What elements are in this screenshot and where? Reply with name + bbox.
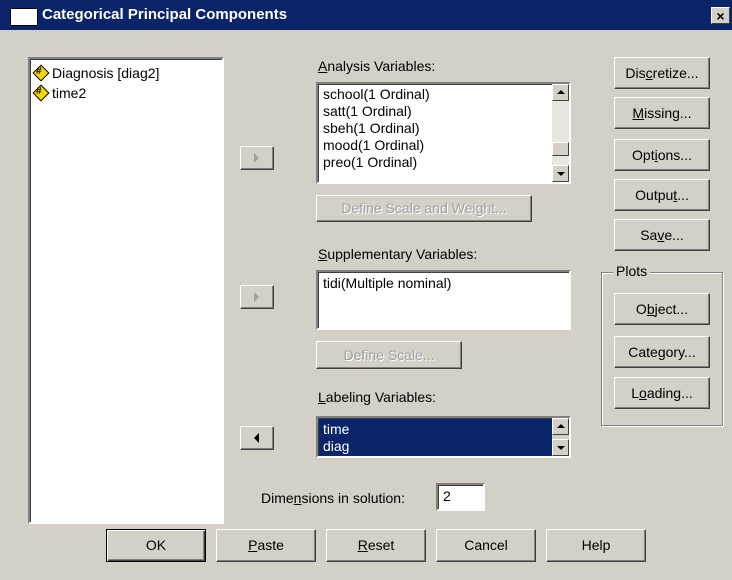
arrow-right-icon [254, 292, 259, 302]
analysis-variables-label: Analysis Variables: [318, 58, 436, 74]
chevron-up-icon [557, 424, 565, 428]
categorical-principal-components-dialog: Categorical Principal Components × # Diag… [0, 0, 732, 580]
source-variable-list[interactable]: # Diagnosis [diag2] # time2 [28, 57, 224, 524]
dimensions-label: Dimensions in solution: [261, 490, 405, 506]
analysis-variables-list[interactable]: school(1 Ordinal) satt(1 Ordinal) sbeh(1… [316, 82, 571, 184]
nominal-variable-icon: # [32, 84, 50, 102]
supplementary-variables-list[interactable]: tidi(Multiple nominal) [316, 270, 571, 330]
define-scale-button[interactable]: Define Scale... [316, 341, 462, 369]
dimensions-value: 2 [443, 488, 451, 504]
list-item[interactable]: mood(1 Ordinal) [319, 137, 551, 154]
reset-button[interactable]: Reset [326, 529, 426, 562]
move-to-analysis-button[interactable] [240, 146, 274, 170]
list-item[interactable]: preo(1 Ordinal) [319, 154, 551, 171]
scroll-thumb[interactable] [552, 142, 569, 156]
discretize-button[interactable]: Discretize... [614, 57, 710, 89]
chevron-up-icon [557, 90, 565, 94]
vertical-scrollbar[interactable] [552, 84, 569, 182]
plots-legend: Plots [613, 263, 651, 279]
arrow-right-icon [254, 153, 259, 163]
category-plot-button[interactable]: Category... [614, 336, 710, 368]
list-item[interactable]: tidi(Multiple nominal) [319, 274, 567, 292]
variable-label: Diagnosis [diag2] [52, 65, 160, 81]
list-item[interactable]: school(1 Ordinal) [319, 86, 551, 103]
window-icon [10, 8, 38, 26]
nominal-variable-icon: # [32, 64, 50, 82]
move-to-labeling-button[interactable] [240, 426, 274, 450]
scroll-up-button[interactable] [552, 418, 569, 435]
supplementary-variables-label: Supplementary Variables: [318, 246, 478, 262]
labeling-variables-list[interactable]: time diag [316, 416, 571, 458]
chevron-down-icon [557, 172, 565, 176]
save-button[interactable]: Save... [614, 219, 710, 251]
ok-button[interactable]: OK [106, 529, 206, 562]
scroll-down-button[interactable] [552, 165, 569, 182]
options-button[interactable]: Options... [614, 139, 710, 171]
vertical-scrollbar[interactable] [552, 418, 569, 456]
output-button[interactable]: Output... [614, 179, 710, 211]
labeling-variables-label: Labeling Variables: [318, 389, 437, 405]
chevron-down-icon [557, 446, 565, 450]
list-item[interactable]: sbeh(1 Ordinal) [319, 120, 551, 137]
paste-button[interactable]: Paste [216, 529, 316, 562]
define-scale-and-weight-button[interactable]: Define Scale and Weight... [316, 195, 532, 222]
title-bar[interactable]: Categorical Principal Components × [0, 0, 732, 30]
window-title: Categorical Principal Components [42, 6, 288, 23]
variable-label: time2 [52, 85, 87, 101]
list-item[interactable]: # Diagnosis [diag2] [32, 63, 220, 83]
scroll-down-button[interactable] [552, 439, 569, 456]
list-item[interactable]: # time2 [32, 83, 220, 103]
move-to-supplementary-button[interactable] [240, 285, 274, 309]
missing-button[interactable]: Missing... [614, 97, 710, 129]
object-plot-button[interactable]: Object... [614, 293, 710, 325]
list-item[interactable]: diag [319, 438, 551, 455]
cancel-button[interactable]: Cancel [436, 529, 536, 562]
loading-plot-button[interactable]: Loading... [614, 377, 710, 409]
list-item[interactable]: time [319, 421, 551, 438]
list-item[interactable]: satt(1 Ordinal) [319, 103, 551, 120]
dimensions-input[interactable]: 2 [436, 483, 485, 511]
help-button[interactable]: Help [546, 529, 646, 562]
close-icon[interactable]: × [711, 7, 730, 24]
arrow-left-icon [254, 433, 259, 443]
scroll-up-button[interactable] [552, 84, 569, 101]
